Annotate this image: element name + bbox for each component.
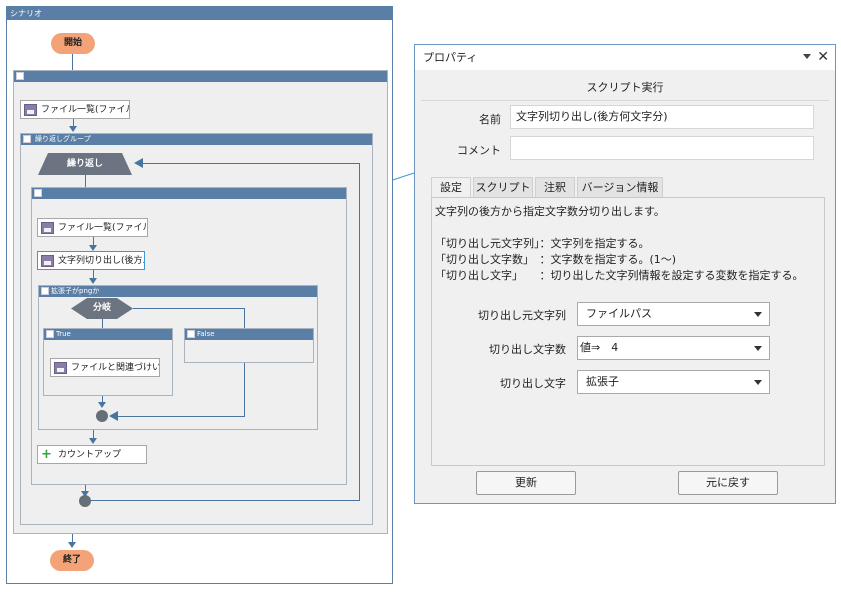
action-label: ファイル一覧(ファイル名... xyxy=(58,223,148,233)
action-file-list-count[interactable]: ファイル一覧(ファイル数... xyxy=(20,100,130,119)
action-substring-selected[interactable]: 文字列切り出し(後方... xyxy=(37,251,145,270)
description-text: 文字列の後方から指定文字数分切り出します。 「切り出し元文字列」：文字列を指定す… xyxy=(435,205,804,282)
flow-line xyxy=(85,175,86,187)
loop-group-header[interactable]: 繰り返しグループ xyxy=(21,134,372,145)
merge-arrow xyxy=(109,411,118,421)
tab-settings[interactable]: 設定 xyxy=(431,177,471,197)
action-label: ファイルと関連づけい... xyxy=(71,363,160,373)
param-label-count: 切り出し文字数 xyxy=(489,343,566,356)
collapse-checkbox[interactable] xyxy=(41,287,49,295)
source-string-dropdown[interactable]: ファイルパス xyxy=(577,302,770,326)
scenario-title: シナリオ xyxy=(7,7,392,20)
collapse-checkbox[interactable] xyxy=(23,135,31,143)
vbs-script-icon xyxy=(24,104,37,116)
action-countup[interactable]: + カウントアップ xyxy=(37,445,147,464)
section-title: スクリプト実行 xyxy=(421,75,829,101)
close-icon[interactable]: ✕ xyxy=(817,49,829,65)
revert-button[interactable]: 元に戻す xyxy=(678,471,778,495)
vbs-script-icon xyxy=(41,255,54,267)
char-count-dropdown[interactable]: 値⇒ 4 xyxy=(577,336,770,360)
param-label-source: 切り出し元文字列 xyxy=(478,309,566,322)
collapse-checkbox[interactable] xyxy=(16,72,24,80)
flow-arrow xyxy=(89,438,97,444)
loop-body-header[interactable] xyxy=(32,188,346,199)
flow-line xyxy=(133,308,244,309)
flow-line xyxy=(102,319,103,328)
end-node[interactable]: 終了 xyxy=(50,550,94,571)
flow-line xyxy=(244,308,245,328)
loop-back-line xyxy=(140,163,360,164)
collapse-checkbox[interactable] xyxy=(187,330,195,338)
loop-back-line xyxy=(91,500,360,501)
action-label: 文字列切り出し(後方... xyxy=(58,256,145,266)
comment-label: コメント xyxy=(457,144,501,157)
properties-panel: プロパティ ✕ スクリプト実行 名前 文字列切り出し(後方何文字分) コメント … xyxy=(414,44,836,504)
start-node[interactable]: 開始 xyxy=(51,33,95,54)
chevron-down-icon xyxy=(754,346,762,351)
loop-label: 繰り返し xyxy=(66,159,103,169)
flow-line xyxy=(72,54,73,70)
vbs-script-icon xyxy=(41,222,54,234)
name-label: 名前 xyxy=(479,113,501,126)
flow-line xyxy=(115,416,245,417)
action-file-assoc[interactable]: ファイルと関連づけい... xyxy=(50,358,160,377)
comment-field[interactable] xyxy=(510,136,814,160)
tab-notes[interactable]: 注釈 xyxy=(535,177,575,197)
collapse-checkbox[interactable] xyxy=(46,330,54,338)
action-file-list-name[interactable]: ファイル一覧(ファイル名... xyxy=(37,218,148,237)
settings-tab-panel: 文字列の後方から指定文字数分切り出します。 「切り出し元文字列」：文字列を指定す… xyxy=(431,197,825,466)
chevron-down-icon xyxy=(754,312,762,317)
tab-version-info[interactable]: バージョン情報 xyxy=(577,177,663,197)
condition-group-header[interactable]: 拡張子がpngか xyxy=(39,286,317,297)
param-label-result: 切り出し文字 xyxy=(500,377,566,390)
action-label: ファイル一覧(ファイル数... xyxy=(41,105,129,115)
false-branch[interactable]: False xyxy=(184,328,314,363)
result-variable-dropdown[interactable]: 拡張子 xyxy=(577,370,770,394)
loop-end-node xyxy=(79,495,91,507)
flow-arrow xyxy=(68,542,76,548)
false-branch-header[interactable]: False xyxy=(185,329,313,340)
chevron-down-icon xyxy=(754,380,762,385)
merge-node xyxy=(96,410,108,422)
flow-arrow xyxy=(89,278,97,284)
flow-arrow xyxy=(98,402,106,408)
true-branch-header[interactable]: True xyxy=(44,329,172,340)
branch-label: 分岐 xyxy=(92,303,111,313)
loop-back-arrow xyxy=(134,158,143,168)
scenario-panel: シナリオ 開始 ファイル一覧(ファイル数... 繰り返しグループ 繰り返し ファ… xyxy=(6,6,393,584)
flow-line xyxy=(244,363,245,416)
outer-group-header[interactable] xyxy=(14,71,387,82)
name-field[interactable]: 文字列切り出し(後方何文字分) xyxy=(510,105,814,129)
plus-icon: + xyxy=(41,447,52,462)
dropdown-menu-icon[interactable] xyxy=(803,54,811,59)
vbs-script-icon xyxy=(54,362,67,374)
action-label: カウントアップ xyxy=(58,450,122,460)
properties-title: プロパティ xyxy=(415,45,835,70)
tab-script[interactable]: スクリプト xyxy=(473,177,533,197)
loop-back-line xyxy=(359,163,360,501)
update-button[interactable]: 更新 xyxy=(476,471,576,495)
collapse-checkbox[interactable] xyxy=(34,189,42,197)
flow-arrow xyxy=(69,126,77,132)
